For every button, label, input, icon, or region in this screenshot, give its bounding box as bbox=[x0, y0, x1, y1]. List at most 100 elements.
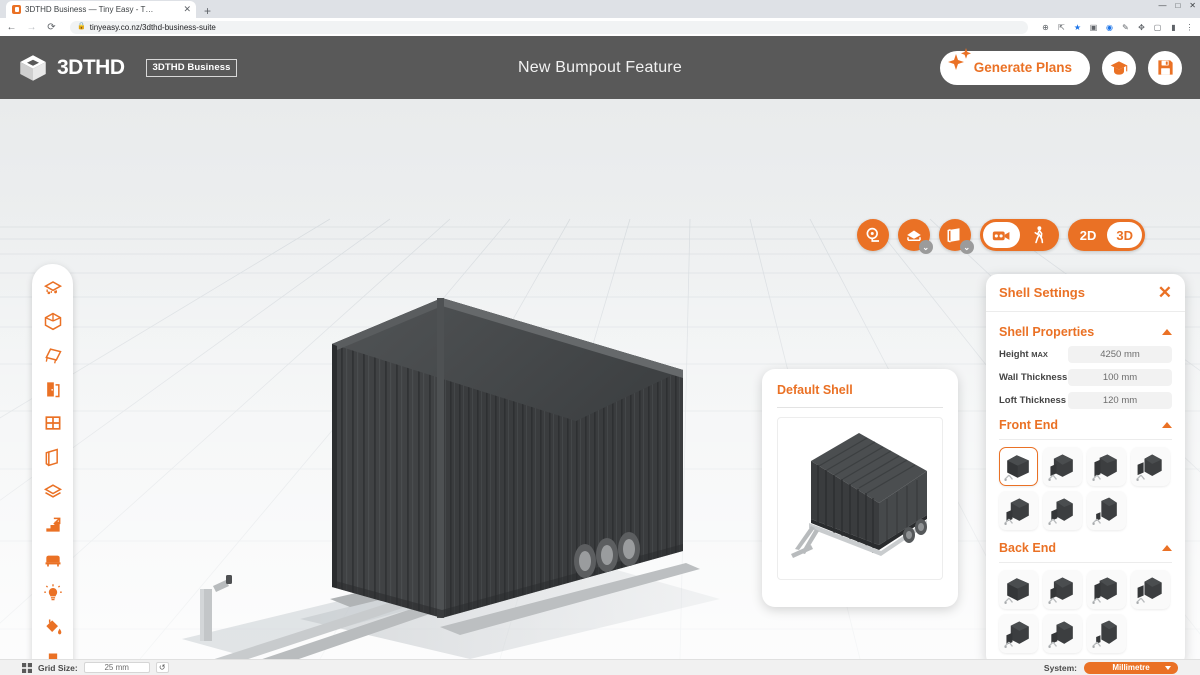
shell-properties-section-header[interactable]: Shell Properties bbox=[999, 325, 1172, 339]
extension-icon-1[interactable]: ▣ bbox=[1089, 23, 1098, 32]
chevron-down-icon bbox=[1165, 665, 1171, 670]
measure-tool-button[interactable] bbox=[856, 219, 889, 251]
view-2d-button[interactable]: 2D bbox=[1071, 222, 1106, 248]
browser-tab[interactable]: 3DTHD Business — Tiny Easy - T… ✕ bbox=[6, 1, 196, 18]
back-end-option-6[interactable] bbox=[1043, 614, 1082, 653]
bookmark-icon bbox=[48, 653, 57, 659]
front-end-option-6[interactable] bbox=[1043, 491, 1082, 530]
sidebar-item-wall-tool[interactable] bbox=[36, 440, 69, 473]
front-end-option-1[interactable] bbox=[999, 447, 1038, 486]
back-end-option-7[interactable] bbox=[1087, 614, 1126, 653]
chevron-up-icon[interactable] bbox=[1162, 422, 1172, 428]
bookmark-star-icon[interactable]: ★ bbox=[1073, 23, 1082, 32]
generate-plans-label: Generate Plans bbox=[973, 60, 1072, 75]
back-end-option-2[interactable] bbox=[1043, 570, 1082, 609]
close-window-icon[interactable]: ✕ bbox=[1189, 1, 1196, 10]
app-header: 3DTHD 3DTHD Business New Bumpout Feature… bbox=[0, 36, 1200, 99]
grid-size-input[interactable]: 25 mm bbox=[83, 662, 150, 673]
chevron-up-icon[interactable] bbox=[1162, 329, 1172, 335]
front-end-shape-icon bbox=[1004, 498, 1029, 526]
panel-header: Shell Settings ✕ bbox=[986, 274, 1185, 312]
camera-mode-toggle bbox=[979, 219, 1059, 251]
front-end-shape-icon bbox=[1092, 497, 1117, 526]
browser-menu-icon[interactable]: ⋮ bbox=[1185, 23, 1194, 32]
shell-settings-panel: Shell Settings ✕ Shell Properties Height… bbox=[986, 274, 1185, 659]
panel-close-icon[interactable]: ✕ bbox=[1158, 284, 1172, 301]
back-end-option-3[interactable] bbox=[1087, 570, 1126, 609]
paint-bucket-icon bbox=[45, 619, 61, 634]
system-select[interactable]: Millimetre bbox=[1084, 661, 1178, 674]
tab-close-icon[interactable]: ✕ bbox=[183, 5, 191, 14]
learn-button[interactable] bbox=[1102, 50, 1136, 85]
save-button[interactable] bbox=[1148, 50, 1182, 85]
sidebar-item-chassis-tool[interactable] bbox=[36, 270, 69, 303]
chevron-up-icon[interactable] bbox=[1162, 545, 1172, 551]
front-end-option-3[interactable] bbox=[1087, 447, 1126, 486]
loft-thickness-input[interactable]: 120 mm bbox=[1068, 392, 1172, 409]
floor-layer-icon bbox=[43, 483, 62, 498]
front-end-option-5[interactable] bbox=[999, 491, 1038, 530]
sidebar-item-paint-tool[interactable] bbox=[36, 610, 69, 643]
camera-mode-button[interactable] bbox=[982, 222, 1020, 248]
sidebar-item-window-tool[interactable] bbox=[36, 406, 69, 439]
extension-icon-3[interactable]: ✎ bbox=[1121, 23, 1130, 32]
back-end-shape-icon bbox=[1048, 577, 1073, 605]
grid-size-label: Grid Size: bbox=[38, 662, 78, 673]
maximize-icon[interactable]: □ bbox=[1175, 1, 1180, 10]
shell-cube-icon bbox=[44, 312, 61, 330]
roof-icon bbox=[44, 347, 62, 363]
window-icon bbox=[45, 415, 60, 430]
sidebar-item-furniture-tool[interactable] bbox=[36, 542, 69, 575]
minimize-icon[interactable]: — bbox=[1158, 1, 1166, 10]
extension-icon-4[interactable]: ✥ bbox=[1137, 23, 1146, 32]
sidebar-item-door-tool[interactable] bbox=[36, 372, 69, 405]
reload-icon[interactable]: ⟳ bbox=[46, 22, 57, 33]
new-tab-icon[interactable]: + bbox=[204, 4, 211, 18]
lightbulb-icon bbox=[43, 583, 62, 600]
share-icon[interactable]: ⇱ bbox=[1057, 23, 1066, 32]
zoom-icon[interactable]: ⊕ bbox=[1041, 23, 1050, 32]
view-toolbar: ⌄ ⌄ 2D 3D bbox=[856, 219, 1145, 254]
roof-visibility-button[interactable]: ⌄ bbox=[897, 219, 933, 254]
generate-plans-button[interactable]: Generate Plans bbox=[939, 47, 1090, 85]
sidebar-item-shell-tool[interactable] bbox=[36, 304, 69, 337]
back-end-option-1[interactable] bbox=[999, 570, 1038, 609]
height-input[interactable]: 4250 mm bbox=[1068, 346, 1172, 363]
default-shell-card[interactable]: Default Shell bbox=[762, 369, 958, 607]
forward-icon[interactable]: → bbox=[26, 22, 37, 33]
front-end-section-header[interactable]: Front End bbox=[999, 418, 1172, 432]
wall-visibility-button[interactable]: ⌄ bbox=[938, 219, 974, 254]
viewport-3d[interactable]: ⌄ ⌄ 2D 3D Default Shell Shell Settings ✕… bbox=[0, 99, 1200, 659]
app-logo[interactable]: 3DTHD 3DTHD Business bbox=[18, 53, 238, 83]
profile-icon[interactable]: ▮ bbox=[1169, 23, 1178, 32]
default-shell-preview bbox=[777, 417, 943, 580]
extensions-row: ⊕ ⇱ ★ ▣ ◉ ✎ ✥ ▢ ▮ ⋮ bbox=[1041, 23, 1194, 32]
front-end-option-7[interactable] bbox=[1087, 491, 1126, 530]
reset-grid-button[interactable]: ↺ bbox=[155, 662, 169, 673]
front-end-option-4[interactable] bbox=[1131, 447, 1170, 486]
bottom-status-bar: Grid Size: 25 mm ↺ System: Millimetre bbox=[0, 659, 1200, 675]
walk-mode-button[interactable] bbox=[1022, 222, 1056, 248]
extension-icon-5[interactable]: ▢ bbox=[1153, 23, 1162, 32]
view-3d-button[interactable]: 3D bbox=[1107, 222, 1142, 248]
logo-text: 3DTHD bbox=[57, 55, 125, 79]
address-bar[interactable]: 🔒 tinyeasy.co.nz/3dthd-business-suite bbox=[70, 20, 1028, 34]
panel-title: Shell Settings bbox=[999, 285, 1085, 300]
wall-thickness-input[interactable]: 100 mm bbox=[1068, 369, 1172, 386]
sidebar-item-floor-tool[interactable] bbox=[36, 474, 69, 507]
back-end-option-4[interactable] bbox=[1131, 570, 1170, 609]
back-end-section-header[interactable]: Back End bbox=[999, 541, 1172, 555]
sidebar-item-lighting-tool[interactable] bbox=[36, 576, 69, 609]
front-end-shape-icon bbox=[1092, 454, 1117, 482]
sidebar-item-roof-tool[interactable] bbox=[36, 338, 69, 371]
front-end-shape-icon bbox=[1004, 455, 1029, 482]
sidebar-item-bookmark-tool[interactable] bbox=[36, 644, 69, 659]
back-end-shape-icon bbox=[1004, 621, 1029, 649]
dimension-toggle: 2D 3D bbox=[1067, 219, 1145, 251]
extension-icon-2[interactable]: ◉ bbox=[1105, 23, 1114, 32]
back-icon[interactable]: ← bbox=[6, 22, 17, 33]
save-icon bbox=[1157, 60, 1173, 75]
back-end-option-5[interactable] bbox=[999, 614, 1038, 653]
front-end-option-2[interactable] bbox=[1043, 447, 1082, 486]
sidebar-item-stairs-tool[interactable] bbox=[36, 508, 69, 541]
